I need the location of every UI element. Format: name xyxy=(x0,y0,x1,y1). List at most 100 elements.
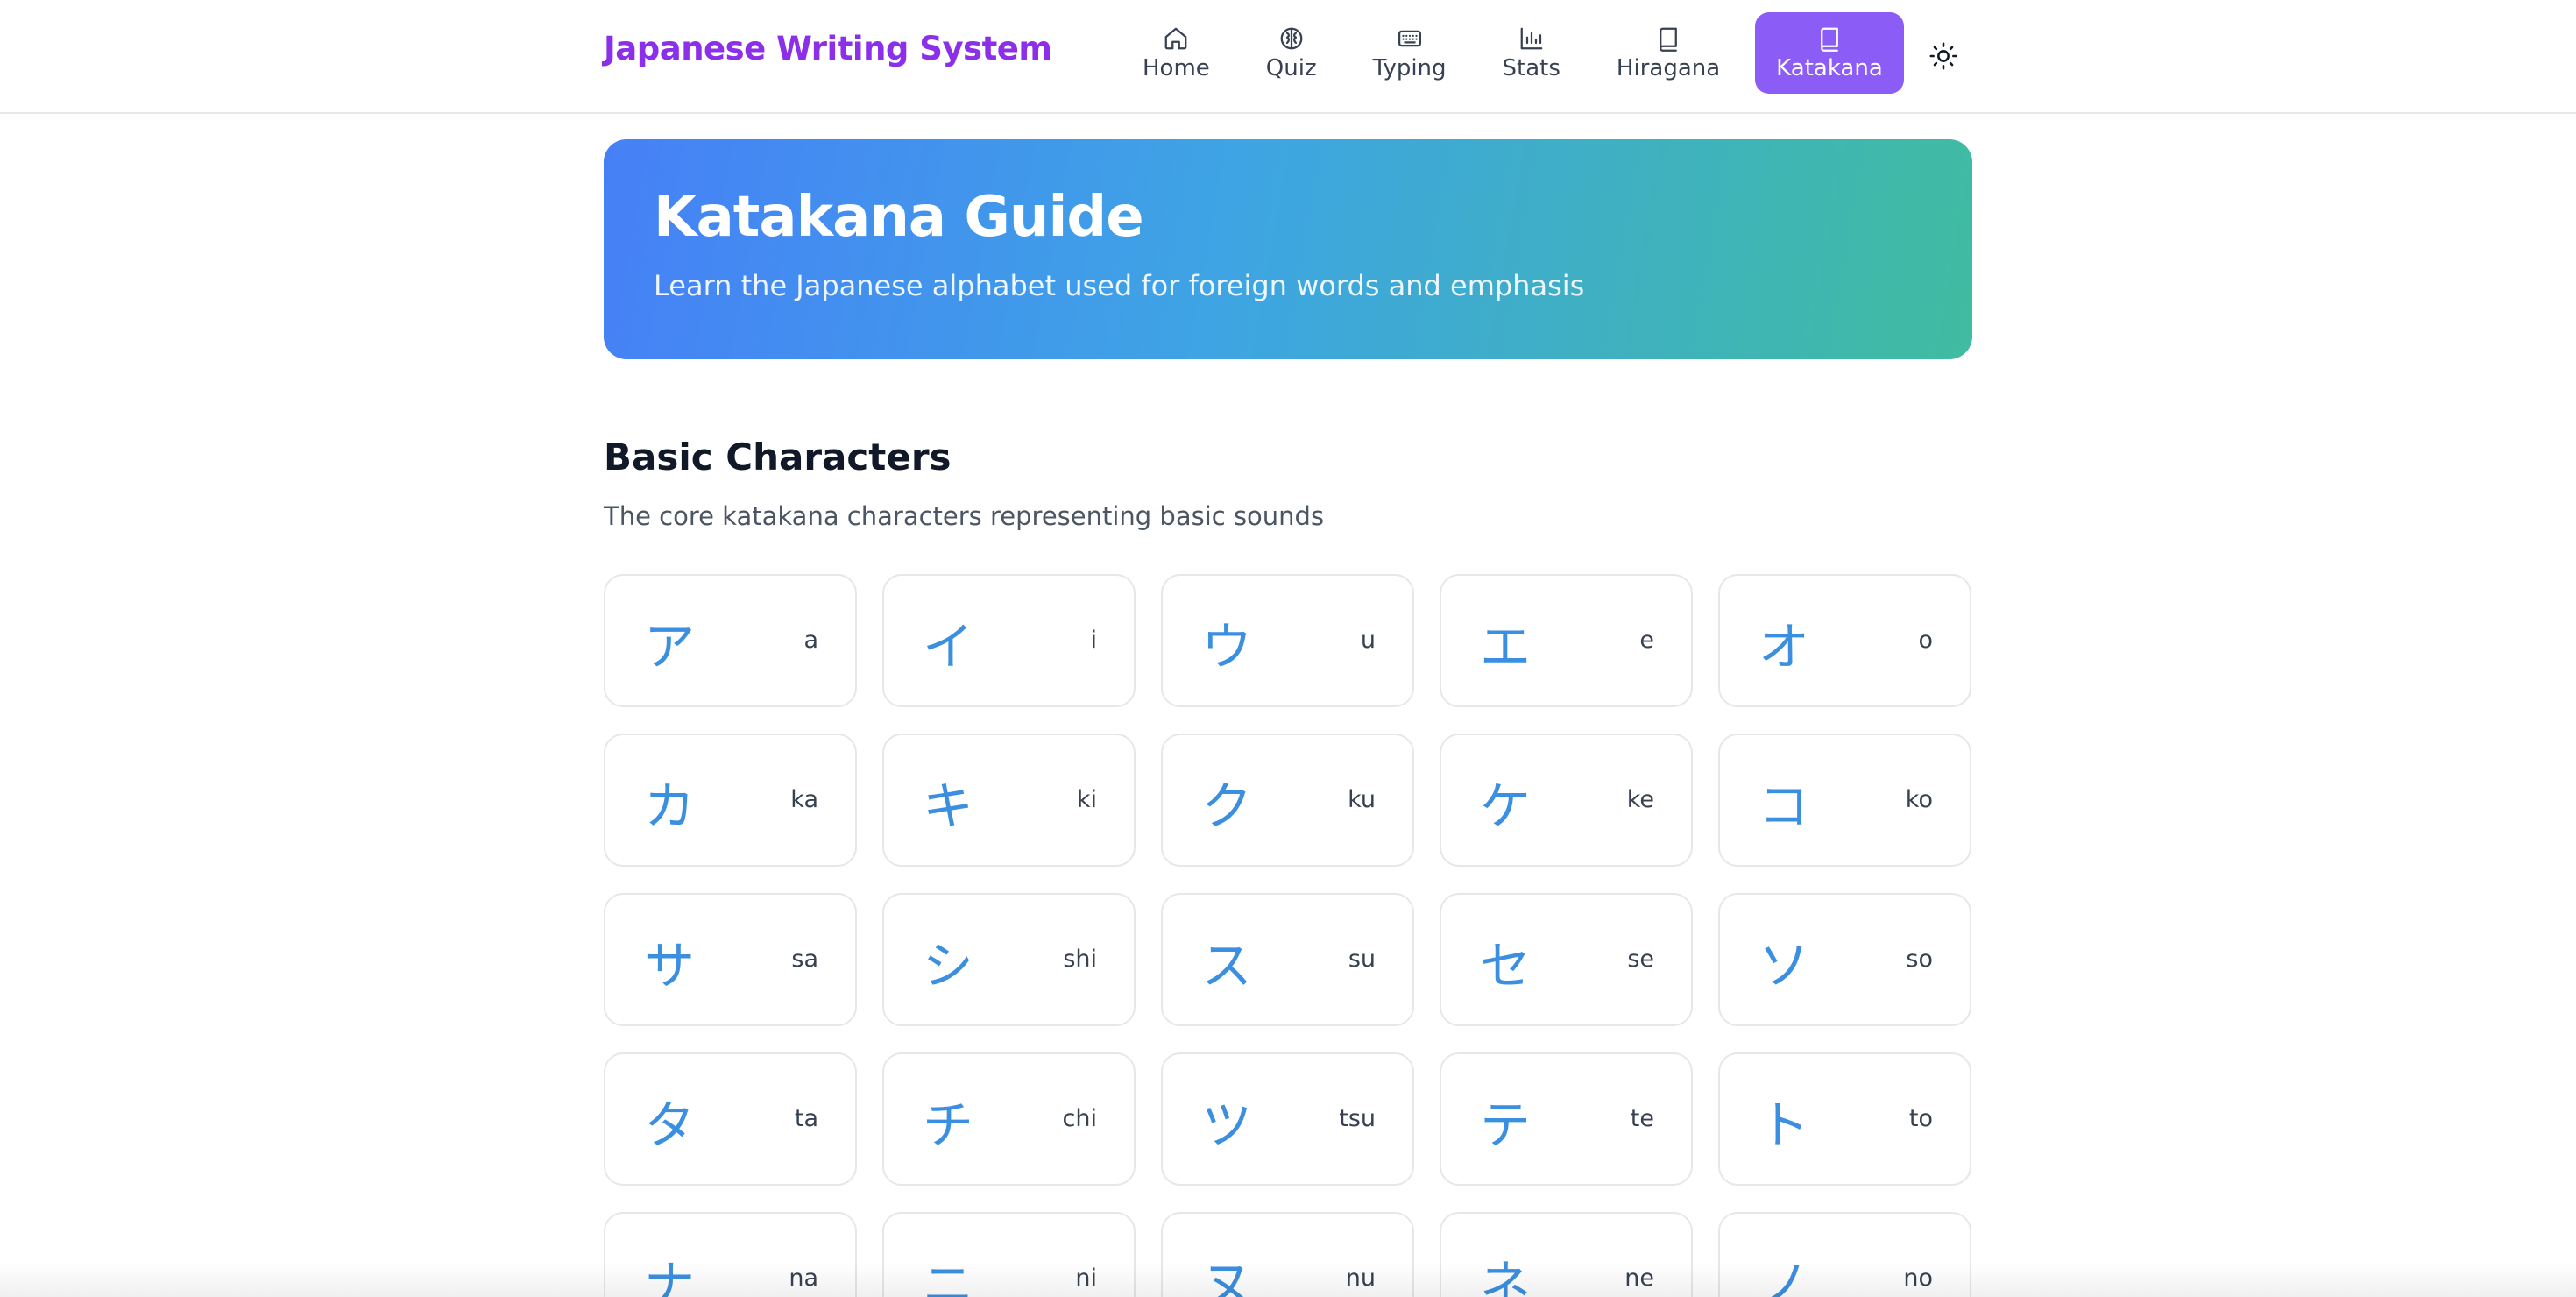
kana-character: ナ xyxy=(644,1255,696,1297)
kana-card[interactable]: ノ no xyxy=(1718,1212,1971,1297)
kana-card[interactable]: チ chi xyxy=(882,1052,1136,1186)
kana-character: ウ xyxy=(1201,617,1253,677)
romaji-label: a xyxy=(803,627,818,654)
kana-card[interactable]: ト to xyxy=(1718,1052,1971,1186)
home-icon xyxy=(1165,27,1187,49)
kana-character: ヌ xyxy=(1201,1255,1253,1297)
kana-character: サ xyxy=(644,936,696,996)
hero-banner: Katakana Guide Learn the Japanese alphab… xyxy=(604,139,1972,359)
nav-quiz[interactable]: Quiz xyxy=(1245,12,1338,94)
kana-card[interactable]: ツ tsu xyxy=(1161,1052,1414,1186)
romaji-label: su xyxy=(1348,946,1376,973)
kana-character: ス xyxy=(1201,936,1253,996)
romaji-label: tsu xyxy=(1339,1105,1376,1132)
nav-typing[interactable]: Typing xyxy=(1352,12,1468,94)
kana-card[interactable]: キ ki xyxy=(882,734,1136,867)
kana-card[interactable]: アa xyxy=(604,574,857,707)
kana-character: イ xyxy=(923,617,974,677)
kana-character: オ xyxy=(1759,617,1810,677)
kana-character: チ xyxy=(923,1095,974,1155)
nav-katakana[interactable]: Katakana xyxy=(1755,12,1904,94)
nav-quiz-label: Quiz xyxy=(1265,54,1317,82)
romaji-label: ke xyxy=(1626,786,1654,813)
kana-character: ケ xyxy=(1480,776,1532,836)
kana-character: タ xyxy=(644,1095,696,1155)
romaji-label: chi xyxy=(1062,1105,1097,1132)
bar-chart-icon xyxy=(1520,27,1543,49)
romaji-label: ni xyxy=(1075,1265,1097,1292)
kana-character: ノ xyxy=(1759,1255,1810,1297)
romaji-label: ka xyxy=(790,786,818,813)
brain-icon xyxy=(1280,27,1303,49)
theme-toggle-button[interactable] xyxy=(1919,32,1968,81)
kana-card[interactable]: セ se xyxy=(1440,893,1693,1026)
sun-icon xyxy=(1929,42,1957,70)
kana-card[interactable]: ク ku xyxy=(1161,734,1414,867)
kana-card[interactable]: エe xyxy=(1440,574,1693,707)
kana-character: ネ xyxy=(1480,1255,1532,1297)
hero-title: Katakana Guide xyxy=(654,185,1144,250)
kana-card[interactable]: ス su xyxy=(1161,893,1414,1026)
romaji-label: e xyxy=(1639,627,1654,654)
kana-card[interactable]: サ sa xyxy=(604,893,857,1026)
romaji-label: te xyxy=(1630,1105,1654,1132)
kana-card[interactable]: テ te xyxy=(1440,1052,1693,1186)
romaji-label: o xyxy=(1918,627,1933,654)
kana-card[interactable]: ソ so xyxy=(1718,893,1971,1026)
kana-card[interactable]: ネ ne xyxy=(1440,1212,1693,1297)
brand-title[interactable]: Japanese Writing System xyxy=(604,30,1052,67)
romaji-label: u xyxy=(1360,627,1376,654)
keyboard-icon xyxy=(1398,30,1421,46)
kana-character: ト xyxy=(1759,1095,1810,1155)
romaji-label: sa xyxy=(791,946,818,973)
kana-card[interactable]: ナ na xyxy=(604,1212,857,1297)
romaji-label: ne xyxy=(1624,1265,1654,1292)
kana-character: テ xyxy=(1480,1095,1532,1155)
kana-card[interactable]: タ ta xyxy=(604,1052,857,1186)
top-navigation-bar: Japanese Writing System Home Quiz Typing… xyxy=(0,0,2576,114)
romaji-label: se xyxy=(1627,946,1654,973)
kana-character: エ xyxy=(1480,617,1532,677)
kana-card[interactable]: シ shi xyxy=(882,893,1136,1026)
kana-card[interactable]: ヌ nu xyxy=(1161,1212,1414,1297)
book-icon xyxy=(1821,27,1838,52)
kana-card[interactable]: ケ ke xyxy=(1440,734,1693,867)
book-icon xyxy=(1660,27,1677,52)
kana-card[interactable]: ウu xyxy=(1161,574,1414,707)
app-page: Japanese Writing System Home Quiz Typing… xyxy=(0,0,2576,1297)
kana-card[interactable]: イi xyxy=(882,574,1136,707)
kana-character: ニ xyxy=(923,1255,974,1297)
kana-character: コ xyxy=(1759,776,1810,836)
romaji-label: ko xyxy=(1905,786,1933,813)
romaji-label: i xyxy=(1090,627,1097,654)
romaji-label: ku xyxy=(1348,786,1376,813)
romaji-label: so xyxy=(1906,946,1933,973)
kana-character: ソ xyxy=(1759,936,1810,996)
kana-character: キ xyxy=(923,776,974,836)
nav-home[interactable]: Home xyxy=(1122,12,1231,94)
kana-card[interactable]: オo xyxy=(1718,574,1971,707)
romaji-label: ta xyxy=(794,1105,818,1132)
romaji-label: na xyxy=(789,1265,818,1292)
kana-character: セ xyxy=(1480,936,1532,996)
section-description: The core katakana characters representin… xyxy=(604,501,1325,531)
romaji-label: shi xyxy=(1063,946,1097,973)
kana-character: カ xyxy=(644,776,696,836)
nav-hiragana[interactable]: Hiragana xyxy=(1596,12,1741,94)
kana-character: シ xyxy=(923,936,974,996)
nav-stats-label: Stats xyxy=(1502,54,1560,82)
nav-stats[interactable]: Stats xyxy=(1482,12,1582,94)
romaji-label: to xyxy=(1908,1105,1933,1132)
nav-home-label: Home xyxy=(1143,54,1210,82)
kana-grid: ア a イ i ウ u エ e オ o カ ka キ ki ク ku ケ ke コ ko サ sa シ shi ス su セ se ソ s… xyxy=(604,574,1972,1297)
kana-card[interactable]: ニ ni xyxy=(882,1212,1136,1297)
section-title: Basic Characters xyxy=(604,436,952,478)
nav-hiragana-label: Hiragana xyxy=(1616,54,1721,82)
kana-card[interactable]: カ ka xyxy=(604,734,857,867)
nav-typing-label: Typing xyxy=(1372,54,1447,82)
romaji-label: ki xyxy=(1076,786,1097,813)
romaji-label: no xyxy=(1903,1265,1933,1292)
kana-card[interactable]: コ ko xyxy=(1718,734,1971,867)
nav-katakana-label: Katakana xyxy=(1776,54,1883,82)
romaji-label: nu xyxy=(1345,1265,1376,1292)
